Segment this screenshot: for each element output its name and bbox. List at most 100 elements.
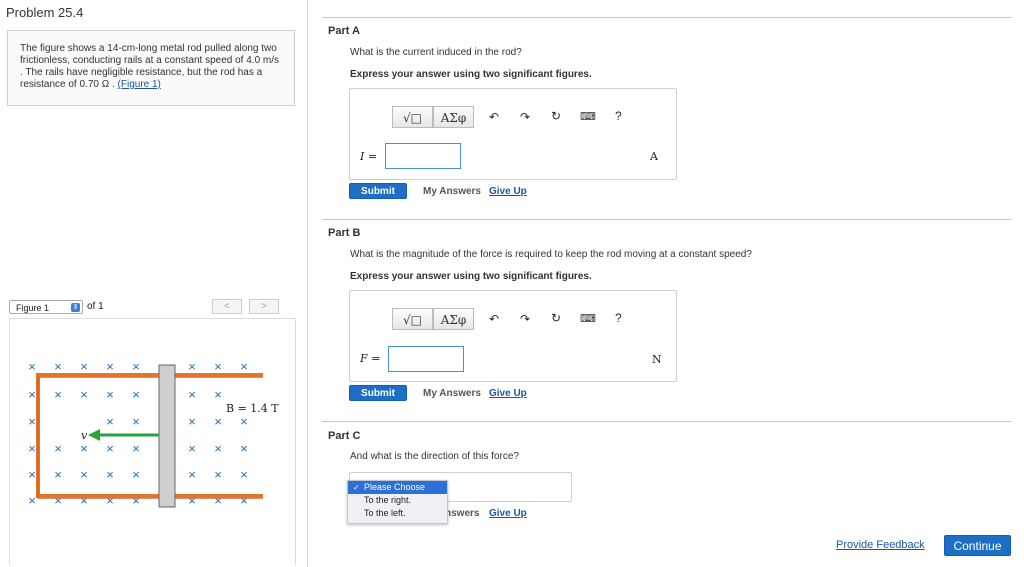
field-x-mark: ×	[106, 441, 114, 456]
figure-count: of 1	[87, 301, 104, 312]
velocity-label: v	[81, 429, 88, 442]
field-x-mark: ×	[80, 359, 88, 374]
field-x-mark: ×	[132, 467, 140, 482]
field-x-mark: ×	[214, 441, 222, 456]
part-c-my-answers[interactable]: nswers	[445, 508, 479, 519]
field-x-mark: ×	[132, 387, 140, 402]
help-icon[interactable]: ?	[615, 109, 622, 123]
field-x-mark: ×	[54, 387, 62, 402]
field-x-mark: ×	[188, 467, 196, 482]
field-x-mark: ×	[214, 387, 222, 402]
rod-rails-figure: × × × × × × × ×× × × × × × ×× × × × × ×× × × × × × × ×× × × × × × × ×× × ×…	[28, 359, 279, 508]
field-x-mark: ×	[106, 414, 114, 429]
field-x-mark: ×	[54, 467, 62, 482]
part-a-unit: A	[650, 150, 658, 163]
part-b-label: Part B	[328, 227, 361, 239]
field-x-mark: ×	[54, 359, 62, 374]
part-b-give-up[interactable]: Give Up	[489, 388, 527, 399]
templates-button[interactable]: √□	[392, 106, 433, 128]
part-a-input[interactable]	[385, 143, 461, 169]
help-icon[interactable]: ?	[615, 311, 622, 325]
field-x-mark: ×	[240, 414, 248, 429]
redo-icon[interactable]: ↷	[520, 312, 530, 326]
column-divider	[307, 0, 308, 567]
field-x-mark: ×	[28, 467, 36, 482]
option-left[interactable]: To the left.	[348, 507, 447, 520]
undo-icon[interactable]: ↶	[489, 312, 499, 326]
metal-rod	[158, 364, 176, 508]
field-x-mark: ×	[240, 359, 248, 374]
divider-top	[322, 17, 1012, 18]
figure-select[interactable]: Figure 1 ⇕	[9, 300, 83, 314]
option-please-choose[interactable]: Please Choose	[348, 481, 447, 494]
part-a-instruction: Express your answer using two significan…	[350, 69, 592, 80]
part-b-my-answers[interactable]: My Answers	[423, 388, 481, 399]
field-x-mark: ×	[132, 359, 140, 374]
problem-title: Problem 25.4	[6, 5, 84, 20]
field-x-mark: ×	[132, 414, 140, 429]
field-x-mark: ×	[28, 359, 36, 374]
part-a-my-answers[interactable]: My Answers	[423, 186, 481, 197]
part-b-question: What is the magnitude of the force is re…	[350, 249, 752, 260]
keyboard-icon[interactable]: ⌨	[580, 312, 596, 325]
part-a-label: Part A	[328, 25, 360, 37]
prev-figure-button[interactable]: <	[212, 299, 242, 314]
field-x-mark: ×	[240, 467, 248, 482]
symbols-button[interactable]: ΑΣφ	[433, 106, 474, 128]
part-b-submit-button[interactable]: Submit	[349, 385, 407, 401]
divider-c	[322, 421, 1012, 422]
figure-link[interactable]: (Figure 1)	[118, 79, 161, 90]
part-a-answer-box: √□ ΑΣφ ↶ ↷ ↻ ⌨ ? I = A	[349, 88, 677, 180]
field-x-mark: ×	[214, 414, 222, 429]
field-x-mark: ×	[106, 467, 114, 482]
part-a-toolbar: √□ ΑΣφ	[392, 106, 474, 128]
field-x-mark: ×	[28, 441, 36, 456]
part-c-give-up[interactable]: Give Up	[489, 508, 527, 519]
field-x-mark: ×	[80, 441, 88, 456]
option-right[interactable]: To the right.	[348, 494, 447, 507]
field-x-mark: ×	[214, 467, 222, 482]
provide-feedback-link[interactable]: Provide Feedback	[836, 539, 925, 551]
field-x-mark: ×	[28, 387, 36, 402]
figure-nav: Figure 1 ⇕ of 1 < >	[9, 298, 296, 320]
select-arrow-icon: ⇕	[71, 303, 80, 312]
undo-icon[interactable]: ↶	[489, 110, 499, 124]
keyboard-icon[interactable]: ⌨	[580, 110, 596, 123]
field-x-mark: ×	[240, 441, 248, 456]
part-c-label: Part C	[328, 430, 361, 442]
continue-button[interactable]: Continue	[944, 535, 1011, 556]
field-x-mark: ×	[54, 441, 62, 456]
part-b-instruction: Express your answer using two significan…	[350, 271, 592, 282]
divider-b	[322, 219, 1012, 220]
field-x-mark: ×	[106, 387, 114, 402]
field-x-mark: ×	[188, 359, 196, 374]
field-x-mark: ×	[80, 467, 88, 482]
field-x-mark: ×	[188, 414, 196, 429]
templates-button[interactable]: √□	[392, 308, 433, 330]
field-x-mark: ×	[214, 359, 222, 374]
part-b-answer-box: √□ ΑΣφ ↶ ↷ ↻ ⌨ ? F = N	[349, 290, 677, 382]
part-a-submit-button[interactable]: Submit	[349, 183, 407, 199]
velocity-arrowhead	[88, 429, 100, 441]
part-c-question: And what is the direction of this force?	[350, 451, 519, 462]
part-a-question: What is the current induced in the rod?	[350, 47, 522, 58]
part-b-variable: F =	[360, 352, 381, 365]
redo-icon[interactable]: ↷	[520, 110, 530, 124]
field-x-mark: ×	[132, 441, 140, 456]
field-x-mark: ×	[106, 359, 114, 374]
reset-icon[interactable]: ↻	[551, 109, 561, 123]
problem-statement: The figure shows a 14-cm-long metal rod …	[7, 30, 295, 106]
symbols-button[interactable]: ΑΣφ	[433, 308, 474, 330]
figure-select-value: Figure 1	[16, 303, 50, 313]
field-x-mark: ×	[80, 387, 88, 402]
field-x-mark: ×	[28, 414, 36, 429]
direction-dropdown-menu: Please Choose To the right. To the left.	[347, 480, 448, 524]
part-a-give-up[interactable]: Give Up	[489, 186, 527, 197]
next-figure-button[interactable]: >	[249, 299, 279, 314]
field-x-mark: ×	[188, 387, 196, 402]
field-label: B = 1.4 T	[226, 402, 279, 415]
field-x-mark: ×	[188, 441, 196, 456]
field-x-mark: ×	[28, 493, 36, 508]
reset-icon[interactable]: ↻	[551, 311, 561, 325]
part-b-input[interactable]	[388, 346, 464, 372]
